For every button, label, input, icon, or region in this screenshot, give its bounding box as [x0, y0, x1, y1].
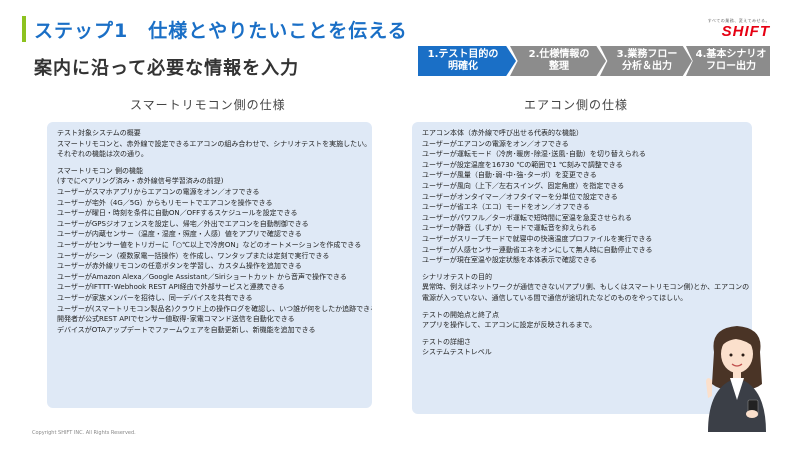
shift-logo: すべての業務、変えてみせる。 SHIFT — [680, 18, 770, 40]
raised-hand — [706, 378, 712, 398]
step-4-label: 4.基本シナリオ フロー出力 — [695, 49, 767, 72]
copyright: Copyright SHIFT INC. All Rights Reserved… — [32, 430, 136, 436]
list-item: 電源が入っていない、通信している間で通信が途切れたなどのものをやってほしい。 — [422, 293, 688, 302]
left-features-section: スマートリモコン 側の機能 (すでにペアリング済み・赤外線信号学習済みの前提) … — [57, 166, 372, 336]
list-item: ユーザーがシーン（複数家電一括操作）を作成し、ワンタップまたは定刻で実行できる — [57, 251, 330, 260]
smart-remote-spec-header: スマートリモコン側の仕様 — [130, 98, 286, 112]
slide-title: ステップ1 仕様とやりたいことを伝える — [34, 20, 408, 42]
list-item: ユーザーが設定温度を16730 ℃の範囲で1 ℃刻みで調整できる — [422, 160, 623, 169]
step-2-spec: 2.仕様情報の 整理 — [510, 46, 606, 76]
list-item: ユーザーがGPSジオフェンスを設定し、帰宅／外出でエアコンを自動制御できる — [57, 219, 309, 228]
list-item: スマートリモコンと、赤外線で設定できるエアコンの組み合わせで、シナリオテストを実… — [57, 139, 372, 148]
list-item: (すでにペアリング済み・赤外線信号学習済みの前提) — [57, 177, 224, 186]
list-item: ユーザーが風量（自動･弱･中･強･ターボ）を変更できる — [422, 171, 597, 180]
list-item: ユーザーが内蔵センサー（温度・湿度・照度・人感）値をアプリで確認できる — [57, 230, 302, 239]
list-item: テストの詳細さ — [422, 337, 471, 346]
list-item: ユーザーがエアコンの電源をオン／オフできる — [422, 139, 569, 148]
list-item: ユーザーが家族メンバーを招待し、同一デバイスを共有できる — [57, 293, 253, 302]
list-item: テスト対象システムの概要 — [57, 129, 141, 137]
right-start-end-section: テストの開始点と終了点 アプリを操作して、エアコンに設定が反映されるまで。 — [422, 310, 742, 331]
list-item: ユーザーが現在室温や設定状態を本体表示で確認できる — [422, 256, 597, 265]
list-item: ユーザーが静音（しずか）モードで運転音を抑えられる — [422, 224, 597, 233]
slide-subtitle: 案内に沿って必要な情報を入力 — [34, 58, 300, 79]
step-2-label: 2.仕様情報の 整理 — [528, 49, 590, 72]
step-3-flow: 3.業務フロー 分析＆出力 — [600, 46, 692, 76]
list-item: シナリオテストの目的 — [422, 272, 492, 281]
list-item: アプリを操作して、エアコンに設定が反映されるまで。 — [422, 321, 597, 330]
eye-right — [741, 353, 745, 357]
list-item: 異常時、例えばネットワークが通信できない(アプリ側、もしくはスマートリモコン側)… — [422, 283, 750, 292]
list-item: デバイスがOTAアップデートでファームウェアを自動更新し、新機能を追加できる — [57, 325, 316, 334]
list-item: エアコン本体（赤外線で呼び出せる代表的な機能） — [422, 129, 583, 137]
right-details-section: テストの詳細さ システムテストレベル — [422, 337, 742, 358]
list-item: ユーザーが宅外（4G／5G）からもリモートでエアコンを操作できる — [57, 198, 273, 207]
title-accent-bar — [22, 16, 26, 42]
neck — [733, 370, 741, 378]
list-item: ユーザーがスマホアプリからエアコンの電源をオン／オフできる — [57, 187, 260, 196]
list-item: ユーザーがセンサー値をトリガーに「○℃以上で冷房ON」などのオートメーションを作… — [57, 240, 362, 249]
list-item: ユーザーがAmazon Alexa／Google Assistant／Siriシ… — [57, 272, 347, 281]
list-item: ユーザーが赤外線リモコンの任意ボタンを学習し、カスタム操作を追加できる — [57, 262, 302, 271]
step-progress: 1.テスト目的の 明確化 2.仕様情報の 整理 3.業務フロー 分析＆出力 4.… — [418, 46, 770, 76]
phone-hand — [746, 410, 758, 418]
aircon-spec-header: エアコン側の仕様 — [524, 98, 629, 112]
list-item: ユーザーがスリープモードで就寝中の快適温度プロファイルを実行できる — [422, 234, 653, 243]
list-item: それぞれの機能は次の通り。 — [57, 150, 148, 159]
eye-left — [729, 353, 733, 357]
list-item: 開発者が公式REST APIでセンサー値取得･家電コマンド送信を自動化できる — [57, 315, 295, 324]
smart-remote-spec-panel: テスト対象システムの概要 スマートリモコンと、赤外線で設定できるエアコンの組み合… — [47, 122, 372, 408]
list-item: ユーザーが人感センサー連動省エネをオンにして無人時に自動停止できる — [422, 245, 653, 254]
presenter-illustration — [706, 326, 766, 432]
logo-wordmark: SHIFT — [721, 23, 770, 40]
right-features-section: エアコン本体（赤外線で呼び出せる代表的な機能） ユーザーがエアコンの電源をオン／… — [422, 128, 742, 266]
right-purpose-section: シナリオテストの目的 異常時、例えばネットワークが通信できない(アプリ側、もしく… — [422, 272, 750, 304]
list-item: ユーザーが運転モード（冷房･暖房･除湿･送風･自動）を切り替えられる — [422, 150, 646, 159]
list-item: テストの開始点と終了点 — [422, 310, 499, 319]
list-item: ユーザーが省エネ（エコ）モードをオン／オフできる — [422, 203, 590, 212]
list-item: ユーザーがIFTTT･Webhook REST API経由で外部サービスと連携で… — [57, 283, 285, 292]
list-item: システムテストレベル — [422, 348, 492, 357]
step-3-label: 3.業務フロー 分析＆出力 — [616, 49, 678, 72]
step-1-label: 1.テスト目的の 明確化 — [427, 49, 499, 72]
step-4-scenario: 4.基本シナリオ フロー出力 — [686, 46, 770, 76]
list-item: ユーザーが曜日・時刻を条件に自動ON／OFFするスケジュールを設定できる — [57, 209, 298, 218]
step-1-purpose: 1.テスト目的の 明確化 — [418, 46, 516, 76]
list-item: ユーザーがパワフル／ターボ運転で短時間に室温を急変させられる — [422, 213, 632, 222]
list-item: ユーザーが(スマートリモコン製品名)クラウド上の操作ログを確認し、いつ誰が何をし… — [57, 304, 372, 313]
left-intro-section: テスト対象システムの概要 スマートリモコンと、赤外線で設定できるエアコンの組み合… — [57, 128, 372, 160]
list-item: ユーザーがオンタイマー／オフタイマーを分単位で設定できる — [422, 192, 618, 201]
list-item: ユーザーが風向（上下／左右スイング、固定角度）を指定できる — [422, 181, 625, 190]
list-item: スマートリモコン 側の機能 — [57, 166, 144, 175]
